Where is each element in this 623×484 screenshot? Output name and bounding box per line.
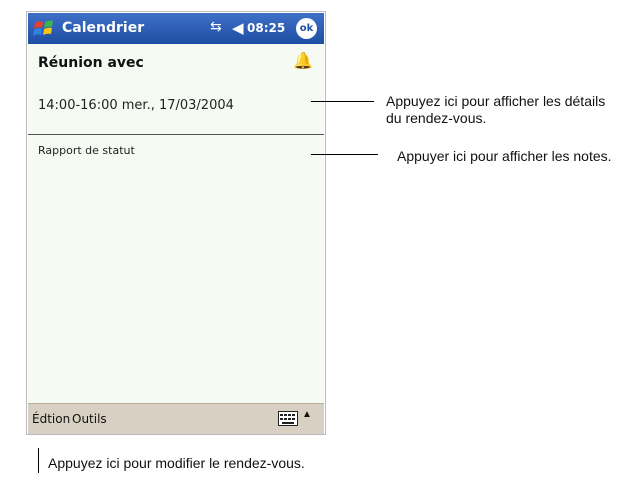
connectivity-icon[interactable]: ⇆ xyxy=(210,19,222,35)
app-title[interactable]: Calendrier xyxy=(62,20,144,36)
device-screen: Calendrier ⇆ ◀ 08:25 ok Réunion avec 🔔 1… xyxy=(28,13,324,434)
notes-area[interactable]: Rapport de statut xyxy=(28,136,324,402)
callout-edit: Appuyez ici pour modifier le rendez-vous… xyxy=(48,455,305,471)
callout-notes: Appuyer ici pour afficher les notes. xyxy=(397,148,612,164)
callout-line-edit xyxy=(38,448,39,473)
ok-button[interactable]: ok xyxy=(296,18,317,39)
appointment-notes[interactable]: Rapport de statut xyxy=(38,144,135,157)
appointment-subject[interactable]: Réunion avec xyxy=(38,55,144,71)
volume-icon[interactable]: ◀ xyxy=(232,19,244,37)
pocketpc-device: Calendrier ⇆ ◀ 08:25 ok Réunion avec 🔔 1… xyxy=(26,11,326,435)
callout-details: Appuyez ici pour afficher les détails du… xyxy=(386,93,606,126)
callout-line-details xyxy=(311,101,374,102)
windows-start-icon[interactable] xyxy=(32,17,56,40)
title-bar: Calendrier ⇆ ◀ 08:25 ok xyxy=(28,13,324,44)
separator xyxy=(28,134,324,135)
keyboard-icon[interactable] xyxy=(278,411,298,426)
clock[interactable]: 08:25 xyxy=(247,21,285,35)
menu-bar: Édtion Outils ▲ xyxy=(28,403,324,434)
menu-edit[interactable]: Édtion xyxy=(32,412,70,426)
input-menu-arrow-icon[interactable]: ▲ xyxy=(302,409,312,420)
callout-line-notes xyxy=(311,154,378,155)
alarm-bell-icon: 🔔 xyxy=(293,53,313,70)
menu-tools[interactable]: Outils xyxy=(72,412,107,426)
appointment-datetime[interactable]: 14:00-16:00 mer., 17/03/2004 xyxy=(38,98,234,113)
